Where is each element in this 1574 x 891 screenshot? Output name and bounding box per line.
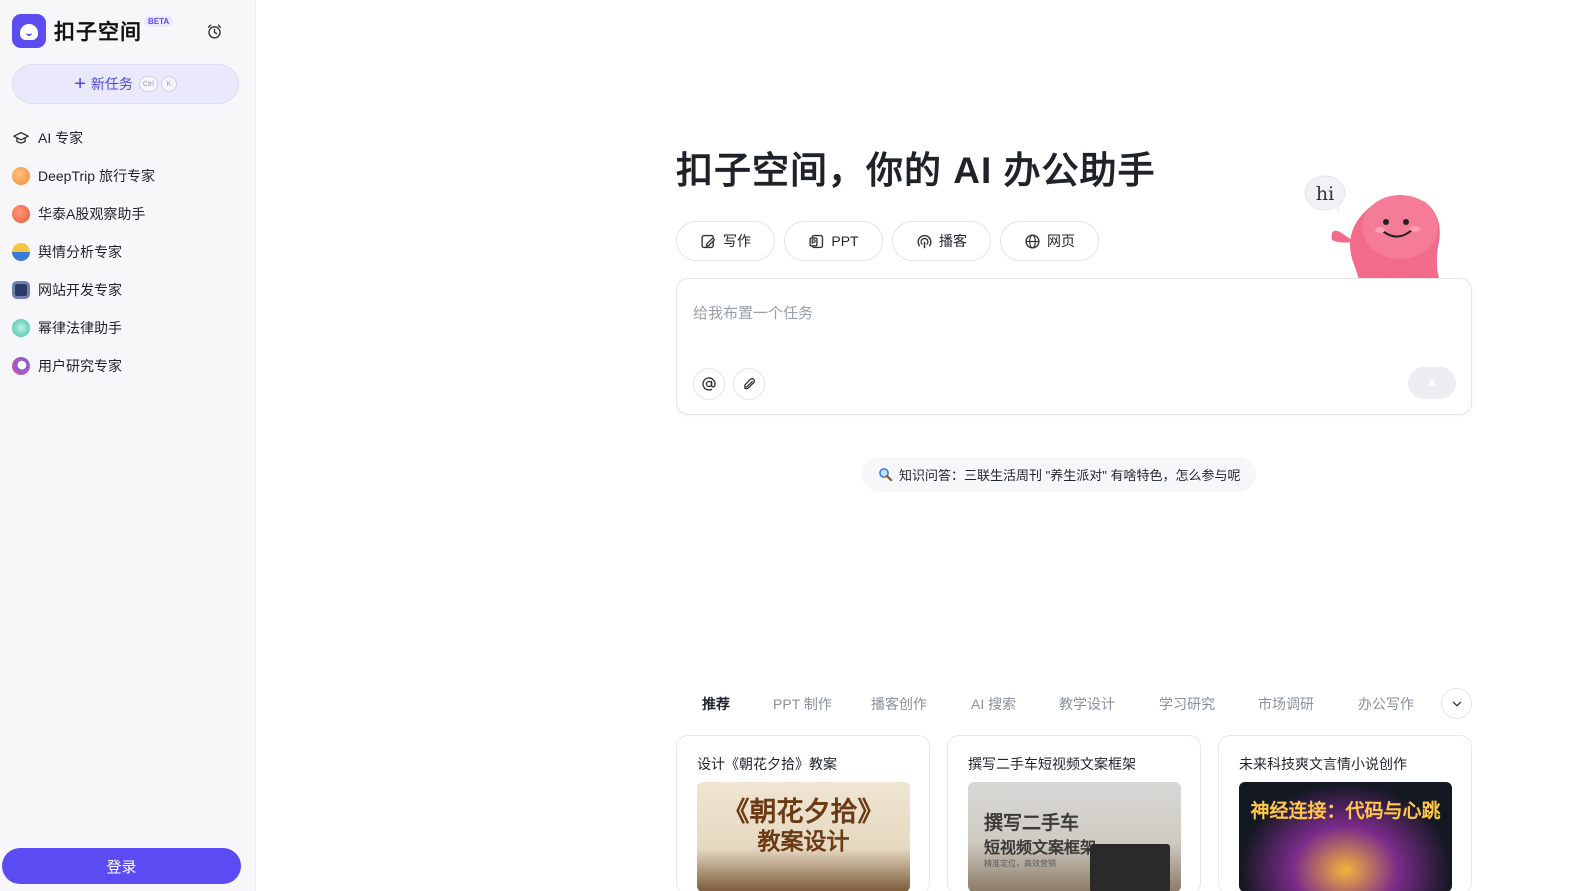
quick-chips: 写作 PPT 播客 网页 [676, 221, 1099, 261]
tab-recommend[interactable]: 推荐 [702, 694, 730, 714]
login-button[interactable]: 登录 [2, 848, 241, 884]
tab-ai-search[interactable]: AI 搜索 [971, 694, 1016, 714]
chip-webpage[interactable]: 网页 [1000, 221, 1099, 261]
law-avatar-icon [12, 319, 30, 337]
example-card[interactable]: 设计《朝花夕拾》教案 《朝花夕拾》 教案设计 [676, 735, 930, 891]
chip-label: 播客 [939, 233, 967, 249]
chip-label: PPT [831, 233, 859, 249]
web-dev-avatar-icon [12, 281, 30, 299]
sidebar-item-web-dev[interactable]: 网站开发专家 [0, 271, 256, 309]
category-tabs: 推荐 PPT 制作 播客创作 AI 搜索 教学设计 学习研究 市场调研 办公写作 [676, 688, 1472, 719]
globe-icon [1025, 233, 1040, 249]
tab-teaching[interactable]: 教学设计 [1059, 694, 1115, 714]
chevron-down-icon [1452, 701, 1461, 706]
sidebar-item-sentiment[interactable]: 舆情分析专家 [0, 233, 256, 271]
graduation-cap-icon [13, 131, 29, 144]
sidebar-item-label: 网站开发专家 [38, 282, 122, 298]
sidebar-item-label: 幂律法律助手 [38, 320, 122, 336]
sentiment-avatar-icon [12, 243, 30, 261]
magnifier-icon [879, 468, 893, 482]
at-sign-icon [702, 377, 716, 391]
sidebar-item-label: AI 专家 [38, 130, 84, 146]
shortcut-key-k: K [160, 76, 177, 92]
sidebar-item-huatai[interactable]: 华泰A股观察助手 [0, 195, 256, 233]
mascot-illustration: hi [1304, 175, 1440, 282]
card-title: 设计《朝花夕拾》教案 [697, 756, 837, 772]
alarm-clock-icon[interactable] [206, 23, 223, 40]
card-thumbnail: 神经连接：代码与心跳 [1239, 782, 1452, 891]
card-title: 未来科技爽文言情小说创作 [1239, 756, 1407, 772]
sidebar-item-user-research[interactable]: 用户研究专家 [0, 347, 256, 385]
task-input-placeholder[interactable]: 给我布置一个任务 [693, 302, 813, 323]
sidebar-item-label: 用户研究专家 [38, 358, 122, 374]
card-thumbnail: 《朝花夕拾》 教案设计 [697, 782, 910, 891]
card-thumbnail-subtitle: 短视频文案框架 [984, 838, 1097, 857]
user-research-avatar-icon [12, 357, 30, 375]
podcast-icon [917, 234, 932, 248]
paperclip-icon [743, 378, 756, 390]
mascot-greeting: hi [1316, 183, 1334, 205]
card-thumbnail-subtitle: 教案设计 [757, 828, 850, 855]
sidebar-item-ai-expert[interactable]: AI 专家 [0, 119, 256, 157]
task-input-box[interactable]: 给我布置一个任务 [676, 278, 1472, 415]
example-card[interactable]: 未来科技爽文言情小说创作 神经连接：代码与心跳 [1218, 735, 1472, 891]
tab-podcast[interactable]: 播客创作 [871, 694, 927, 714]
sidebar-item-law[interactable]: 幂律法律助手 [0, 309, 256, 347]
send-button[interactable] [1408, 367, 1456, 399]
beta-badge: BETA [144, 15, 174, 27]
chip-write[interactable]: 写作 [676, 221, 775, 261]
write-icon [701, 234, 716, 248]
new-task-label: 新任务 [90, 76, 133, 92]
tab-market[interactable]: 市场调研 [1258, 694, 1314, 714]
tab-ppt[interactable]: PPT 制作 [773, 694, 832, 714]
sidebar-item-label: 华泰A股观察助手 [38, 206, 146, 222]
card-thumbnail-title: 神经连接：代码与心跳 [1250, 800, 1441, 822]
example-card[interactable]: 撰写二手车短视频文案框架 撰写二手车 短视频文案框架 精准定位，高效营销 [947, 735, 1201, 891]
huatai-avatar-icon [12, 205, 30, 223]
suggestion-text: 知识问答：三联生活周刊 "养生派对" 有啥特色，怎么参与呢 [899, 468, 1241, 483]
suggestion-pill[interactable]: 知识问答：三联生活周刊 "养生派对" 有啥特色，怎么参与呢 [862, 457, 1257, 492]
card-thumbnail: 撰写二手车 短视频文案框架 精准定位，高效营销 [968, 782, 1181, 891]
send-arrow-icon [1427, 378, 1437, 388]
ppt-icon [809, 234, 824, 248]
tab-office-writing[interactable]: 办公写作 [1358, 694, 1414, 714]
chip-label: 网页 [1047, 233, 1075, 249]
deeptrip-avatar-icon [12, 167, 30, 185]
tab-research[interactable]: 学习研究 [1159, 694, 1215, 714]
chip-label: 写作 [723, 233, 751, 249]
plus-icon: + [74, 73, 86, 95]
attach-button[interactable] [733, 368, 765, 400]
chip-ppt[interactable]: PPT [784, 221, 883, 261]
card-thumbnail-caption: 精准定位，高效营销 [984, 859, 1056, 868]
page-title: 扣子空间，你的 AI 办公助手 [676, 150, 1156, 191]
card-title: 撰写二手车短视频文案框架 [968, 756, 1136, 772]
brand-name: 扣子空间 [54, 21, 142, 44]
sidebar-item-label: DeepTrip 旅行专家 [38, 168, 155, 184]
sidebar-nav: AI 专家 DeepTrip 旅行专家 华泰A股观察助手 舆情分析专家 网站开发… [0, 119, 256, 385]
mention-button[interactable] [693, 368, 725, 400]
sidebar-item-deeptrip[interactable]: DeepTrip 旅行专家 [0, 157, 256, 195]
chip-podcast[interactable]: 播客 [892, 221, 991, 261]
tabs-expand-button[interactable] [1441, 688, 1472, 719]
card-thumbnail-title: 撰写二手车 [984, 812, 1080, 834]
new-task-button[interactable]: + 新任务 Ctrl K [12, 64, 239, 104]
laptop-shape [1090, 844, 1170, 891]
logo-icon [12, 14, 46, 48]
brand[interactable]: 扣子空间 BETA [12, 14, 174, 48]
sidebar: 扣子空间 BETA + 新任务 Ctrl K AI 专家 DeepTrip 旅行… [0, 0, 256, 891]
sidebar-item-label: 舆情分析专家 [38, 244, 122, 260]
shortcut-key-ctrl: Ctrl [138, 76, 158, 92]
